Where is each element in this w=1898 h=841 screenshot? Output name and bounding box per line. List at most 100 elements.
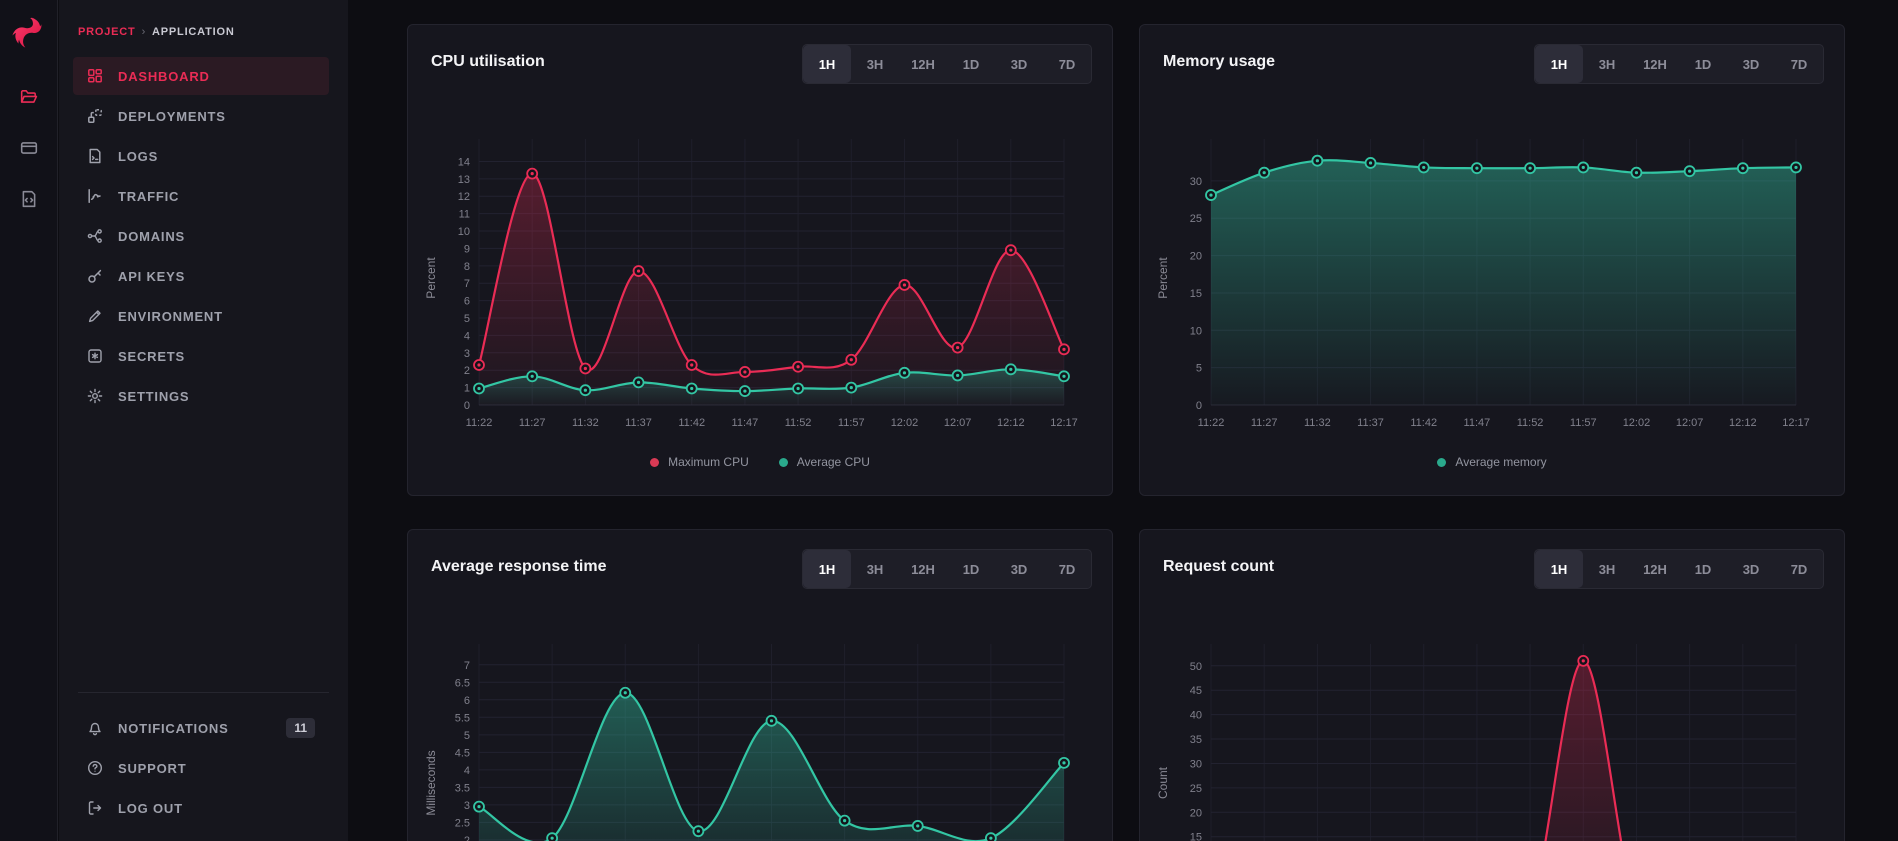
svg-text:3: 3: [464, 800, 470, 812]
domains-icon: [87, 228, 103, 244]
billing-card-icon[interactable]: [16, 135, 42, 161]
sidebar-item-label: TRAFFIC: [118, 189, 179, 204]
svg-text:11:42: 11:42: [678, 417, 705, 429]
sidebar-item-environment[interactable]: ENVIRONMENT: [73, 297, 329, 335]
svg-text:50: 50: [1190, 661, 1202, 673]
legend-item: Average CPU: [779, 455, 870, 469]
card-average-response-time: Average response time 1H3H12H1D3D7D 00.5…: [407, 529, 1113, 841]
svg-text:6: 6: [464, 695, 470, 707]
sidebar-item-dashboard[interactable]: DASHBOARD: [73, 57, 329, 95]
svg-text:3: 3: [464, 348, 470, 360]
sidebar-nav: DASHBOARD DEPLOYMENTS LOGS: [59, 57, 348, 415]
svg-text:5.5: 5.5: [455, 712, 470, 724]
svg-text:11:27: 11:27: [1251, 417, 1278, 429]
svg-text:11:52: 11:52: [1517, 417, 1544, 429]
breadcrumb-project[interactable]: PROJECT: [78, 26, 136, 38]
nestjs-logo-icon: [11, 15, 47, 51]
sidebar-item-label: DEPLOYMENTS: [118, 109, 226, 124]
chart-legend: Average memory: [1140, 455, 1844, 469]
legend-dot-icon: [779, 458, 788, 467]
svg-text:40: 40: [1190, 710, 1202, 722]
legend-item: Maximum CPU: [650, 455, 749, 469]
svg-text:25: 25: [1190, 783, 1202, 795]
svg-text:10: 10: [458, 226, 470, 238]
svg-text:2: 2: [464, 365, 470, 377]
sidebar-divider: [78, 692, 329, 693]
svg-text:14: 14: [458, 156, 470, 168]
svg-text:20: 20: [1190, 807, 1202, 819]
sidebar-item-settings[interactable]: SETTINGS: [73, 377, 329, 415]
svg-text:3.5: 3.5: [455, 782, 470, 794]
logs-icon: [87, 148, 103, 164]
sidebar-item-traffic[interactable]: TRAFFIC: [73, 177, 329, 215]
svg-text:2.5: 2.5: [455, 817, 470, 829]
svg-text:13: 13: [458, 174, 470, 186]
card-memory-usage: Memory usage 1H3H12H1D3D7D 0510152025301…: [1139, 24, 1845, 496]
projects-folder-icon[interactable]: [16, 84, 42, 110]
svg-text:11:32: 11:32: [1304, 417, 1331, 429]
card-request-count: Request count 1H3H12H1D3D7D 051015202530…: [1139, 529, 1845, 841]
gear-icon: [87, 388, 103, 404]
legend-item: Average memory: [1437, 455, 1546, 469]
sidebar-item-notifications[interactable]: NOTIFICATIONS 11: [73, 709, 329, 747]
sidebar-item-label: DASHBOARD: [118, 69, 210, 84]
svg-text:11:47: 11:47: [1464, 417, 1491, 429]
bell-icon: [87, 720, 103, 736]
sidebar-item-support[interactable]: SUPPORT: [73, 749, 329, 787]
code-file-icon[interactable]: [16, 186, 42, 212]
sidebar-item-logout[interactable]: LOG OUT: [73, 789, 329, 827]
sidebar-item-secrets[interactable]: SECRETS: [73, 337, 329, 375]
pen-icon: [87, 308, 103, 324]
svg-text:11:57: 11:57: [838, 417, 865, 429]
key-icon: [87, 268, 103, 284]
svg-text:11:37: 11:37: [1357, 417, 1384, 429]
sidebar-item-label: NOTIFICATIONS: [118, 721, 229, 736]
svg-text:0: 0: [464, 400, 470, 412]
svg-text:11:22: 11:22: [1198, 417, 1225, 429]
svg-text:15: 15: [1190, 288, 1202, 300]
svg-text:6: 6: [464, 296, 470, 308]
icon-rail: [0, 0, 58, 841]
svg-text:12:12: 12:12: [997, 417, 1025, 429]
sidebar-item-api-keys[interactable]: API KEYS: [73, 257, 329, 295]
legend-label: Average CPU: [797, 455, 870, 469]
svg-text:4: 4: [464, 330, 470, 342]
svg-text:5: 5: [1196, 363, 1202, 375]
app-root: PROJECT › APPLICATION DASHBOARD: [0, 0, 1898, 841]
svg-text:5: 5: [464, 730, 470, 742]
svg-text:11:52: 11:52: [785, 417, 812, 429]
logout-icon: [87, 800, 103, 816]
svg-text:4: 4: [464, 765, 470, 777]
svg-text:4.5: 4.5: [455, 747, 470, 759]
svg-text:12:02: 12:02: [891, 417, 919, 429]
notifications-badge: 11: [286, 718, 315, 738]
svg-text:12:17: 12:17: [1782, 417, 1810, 429]
svg-text:20: 20: [1190, 251, 1202, 263]
svg-text:Percent: Percent: [424, 257, 438, 299]
svg-text:1: 1: [464, 383, 470, 395]
svg-text:9: 9: [464, 243, 470, 255]
sidebar-item-deployments[interactable]: DEPLOYMENTS: [73, 97, 329, 135]
secrets-icon: [87, 348, 103, 364]
chart-legend: Maximum CPU Average CPU: [408, 455, 1112, 469]
sidebar-item-label: SECRETS: [118, 349, 185, 364]
breadcrumb-application[interactable]: APPLICATION: [152, 26, 235, 38]
svg-text:Count: Count: [1156, 766, 1170, 799]
legend-label: Maximum CPU: [668, 455, 749, 469]
sidebar-item-domains[interactable]: DOMAINS: [73, 217, 329, 255]
sidebar-item-logs[interactable]: LOGS: [73, 137, 329, 175]
svg-text:12: 12: [458, 191, 470, 203]
sidebar-item-label: API KEYS: [118, 269, 185, 284]
svg-text:30: 30: [1190, 758, 1202, 770]
svg-text:0: 0: [1196, 400, 1202, 412]
svg-text:12:17: 12:17: [1050, 417, 1078, 429]
traffic-icon: [87, 188, 103, 204]
svg-text:11:42: 11:42: [1410, 417, 1437, 429]
svg-text:11: 11: [459, 209, 470, 221]
sidebar-item-label: LOGS: [118, 149, 158, 164]
sidebar-footer: NOTIFICATIONS 11 SUPPORT: [59, 692, 348, 829]
sidebar-item-label: ENVIRONMENT: [118, 309, 223, 324]
deployments-icon: [87, 108, 103, 124]
nestjs-logo[interactable]: [10, 14, 48, 52]
sidebar: PROJECT › APPLICATION DASHBOARD: [59, 0, 348, 841]
